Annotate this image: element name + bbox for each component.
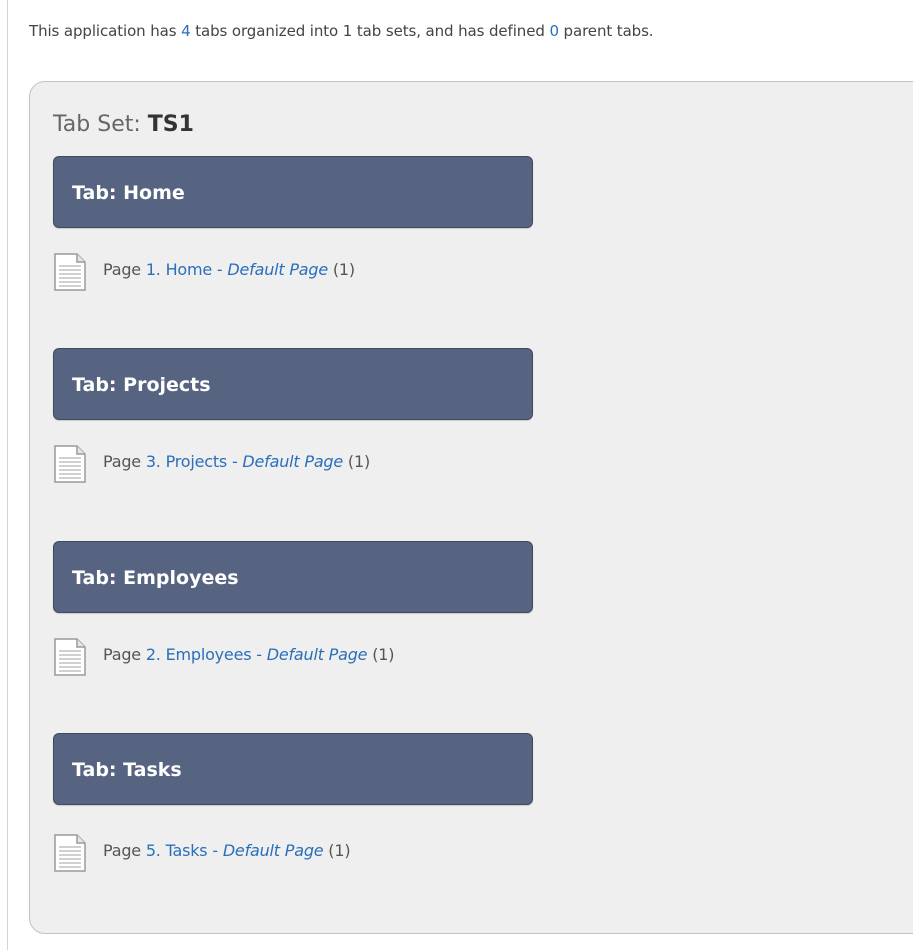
default-page-link[interactable]: Default Page	[267, 645, 368, 664]
page-separator: -	[212, 260, 228, 279]
tab-header-projects[interactable]: Tab: Projects	[53, 348, 533, 420]
page-count: (1)	[323, 841, 351, 860]
tab-count-link[interactable]: 4	[181, 22, 191, 40]
tab-header-label: Tab: Tasks	[72, 759, 182, 781]
page-prefix: Page	[103, 452, 146, 471]
page-entry-text: Page 2. Employees - Default Page (1)	[103, 645, 394, 664]
page-icon	[54, 834, 86, 872]
page-link-home[interactable]: 1. Home	[146, 260, 212, 279]
tab-header-label: Tab: Employees	[72, 567, 239, 589]
tab-header-label: Tab: Home	[72, 182, 185, 204]
page-entry-text: Page 5. Tasks - Default Page (1)	[103, 841, 351, 860]
tab-set-label: Tab Set:	[53, 112, 148, 137]
page-prefix: Page	[103, 645, 146, 664]
summary-suffix: parent tabs.	[558, 22, 654, 40]
tab-header-home[interactable]: Tab: Home	[53, 156, 533, 228]
default-page-link[interactable]: Default Page	[242, 452, 343, 471]
summary-middle: tabs organized into 1 tab sets, and has …	[190, 22, 550, 40]
application-summary: This application has 4 tabs organized in…	[29, 22, 654, 40]
tab-set-name: TS1	[147, 112, 194, 137]
page-count: (1)	[328, 260, 355, 279]
tab-set-title: Tab Set: TS1	[53, 112, 194, 137]
page-link-tasks[interactable]: 5. Tasks	[146, 841, 208, 860]
default-page-link[interactable]: Default Page	[227, 260, 328, 279]
page-prefix: Page	[103, 260, 146, 279]
page-separator: -	[207, 841, 223, 860]
tab-header-label: Tab: Projects	[72, 374, 211, 396]
page-icon	[54, 253, 86, 291]
page-link-employees[interactable]: 2. Employees	[146, 645, 252, 664]
summary-prefix: This application has	[29, 22, 182, 40]
page-count: (1)	[367, 645, 395, 664]
page-count: (1)	[343, 452, 370, 471]
page-prefix: Page	[103, 841, 146, 860]
parent-tab-count-link[interactable]: 0	[549, 22, 559, 40]
tab-header-employees[interactable]: Tab: Employees	[53, 541, 533, 613]
page-icon	[54, 638, 86, 676]
page-link-projects[interactable]: 3. Projects	[146, 452, 227, 471]
page-separator: -	[251, 645, 267, 664]
default-page-link[interactable]: Default Page	[223, 841, 324, 860]
page-entry-text: Page 3. Projects - Default Page (1)	[103, 452, 370, 471]
tab-header-tasks[interactable]: Tab: Tasks	[53, 733, 533, 805]
page-separator: -	[227, 452, 243, 471]
page-icon	[54, 445, 86, 483]
page-entry-text: Page 1. Home - Default Page (1)	[103, 260, 355, 279]
